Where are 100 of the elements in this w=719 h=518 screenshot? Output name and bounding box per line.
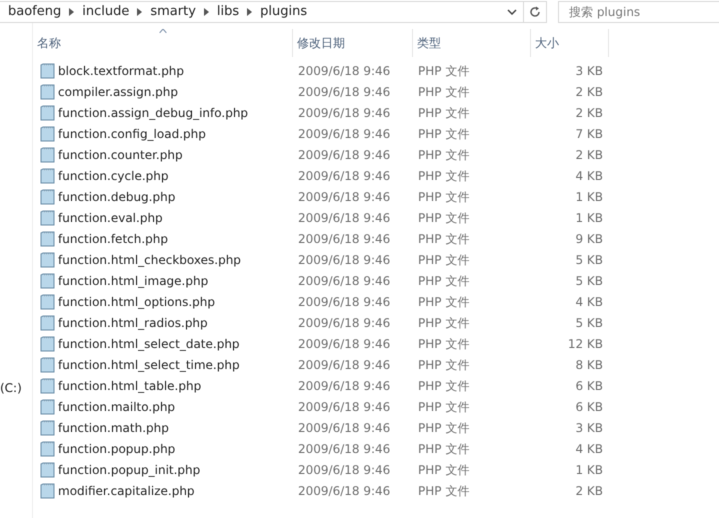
file-icon — [40, 252, 55, 268]
file-icon — [40, 294, 55, 310]
file-row[interactable]: function.cycle.php 2009/6/18 9:46 PHP 文件 4 KB — [33, 165, 609, 186]
file-row[interactable]: compiler.assign.php 2009/6/18 9:46 PHP 文件 2 KB — [33, 81, 609, 102]
file-row[interactable]: function.math.php 2009/6/18 9:46 PHP 文件 3 KB — [33, 417, 609, 438]
chevron-down-icon[interactable] — [506, 8, 516, 14]
breadcrumb[interactable]: smarty — [150, 2, 196, 22]
file-name: function.html_select_time.php — [58, 356, 240, 374]
chevron-right-icon[interactable] — [137, 8, 142, 16]
file-icon — [40, 84, 55, 100]
file-icon — [40, 230, 55, 246]
file-name: function.mailto.php — [58, 398, 176, 416]
type-cell-text: PHP 文件 — [418, 398, 470, 416]
file-row[interactable]: function.html_image.php 2009/6/18 9:46 PHP 文件 5 KB — [33, 270, 609, 291]
date-cell-text: 2009/6/18 9:46 — [298, 146, 392, 164]
date-cell-text: 2009/6/18 9:46 — [298, 440, 392, 458]
file-row[interactable]: function.fetch.php 2009/6/18 9:46 PHP 文件 9 KB — [33, 228, 609, 249]
size-cell-text: 5 KB — [574, 252, 603, 268]
sort-up-icon — [159, 29, 166, 33]
breadcrumb[interactable]: libs — [216, 2, 240, 22]
file-row[interactable]: function.popup.php 2009/6/18 9:46 PHP 文件 4 KB — [33, 438, 609, 459]
type-cell-text: PHP 文件 — [418, 482, 470, 500]
type-cell-text: PHP 文件 — [418, 84, 470, 100]
file-name: function.fetch.php — [58, 230, 168, 248]
type-cell-text: PHP 文件 — [418, 168, 470, 184]
file-row[interactable]: function.html_checkboxes.php 2009/6/18 9:46 PHP 文件 5 KB — [33, 249, 609, 270]
date-cell-text: 2009/6/18 9:46 — [298, 62, 392, 80]
type-cell-text: PHP 文件 — [418, 146, 470, 164]
file-row[interactable]: function.html_table.php 2009/6/18 9:46 PHP 文件 6 KB — [33, 375, 609, 396]
size-cell-text: 1 KB — [574, 210, 603, 226]
file-row[interactable]: modifier.capitalize.php 2009/6/18 9:46 PHP 文件 2 KB — [33, 480, 609, 501]
date-cell-text: 2009/6/18 9:46 — [298, 84, 392, 100]
file-name: function.html_select_date.php — [58, 336, 240, 352]
date-cell-text: 2009/6/18 9:46 — [298, 314, 392, 332]
column-header[interactable]: 修改日期 — [293, 29, 413, 57]
file-row[interactable]: function.html_select_date.php 2009/6/18 9:46 PHP 文件 12 KB — [33, 333, 609, 354]
file-row[interactable]: function.html_select_time.php 2009/6/18 9:46 PHP 文件 8 KB — [33, 354, 609, 375]
type-cell-text: PHP 文件 — [418, 314, 470, 332]
date-cell-text: 2009/6/18 9:46 — [298, 188, 392, 206]
date-cell-text: 2009/6/18 9:46 — [298, 230, 392, 248]
size-cell-text: 8 KB — [574, 356, 603, 374]
date-cell-text: 2009/6/18 9:46 — [298, 462, 392, 478]
date-cell-text: 2009/6/18 9:46 — [298, 252, 392, 268]
nav-item[interactable]: (C:) — [0, 378, 32, 399]
file-name: function.cycle.php — [58, 168, 169, 184]
column-header[interactable]: 类型 — [413, 29, 531, 57]
size-cell-text: 1 KB — [574, 188, 603, 206]
file-icon — [40, 126, 55, 142]
search-field[interactable]: 搜索 plugins — [558, 0, 719, 22]
file-row[interactable]: function.popup_init.php 2009/6/18 9:46 PHP 文件 1 KB — [33, 459, 609, 480]
file-row[interactable]: function.config_load.php 2009/6/18 9:46 PHP 文件 7 KB — [33, 123, 609, 144]
chevron-right-icon[interactable] — [204, 8, 209, 16]
date-cell-text: 2009/6/18 9:46 — [298, 378, 392, 394]
file-icon — [40, 420, 55, 436]
file-name: modifier.capitalize.php — [58, 482, 195, 500]
file-row[interactable]: function.counter.php 2009/6/18 9:46 PHP 文件 2 KB — [33, 144, 609, 165]
file-icon — [40, 440, 55, 456]
type-cell-text: PHP 文件 — [418, 336, 470, 352]
file-name: function.assign_debug_info.php — [58, 104, 248, 122]
type-cell-text: PHP 文件 — [418, 272, 470, 290]
file-row[interactable]: function.eval.php 2009/6/18 9:46 PHP 文件 1 KB — [33, 207, 609, 228]
file-row[interactable]: function.assign_debug_info.php 2009/6/18 9:46 PHP 文件 2 KB — [33, 102, 609, 123]
file-row[interactable]: block.textformat.php 2009/6/18 9:46 PHP 文件 3 KB — [33, 60, 609, 81]
file-icon — [40, 146, 55, 162]
size-cell-text: 6 KB — [574, 378, 603, 394]
type-cell-text: PHP 文件 — [418, 462, 470, 478]
file-name: function.config_load.php — [58, 126, 206, 142]
refresh-button[interactable] — [524, 0, 547, 22]
file-row[interactable]: function.mailto.php 2009/6/18 9:46 PHP 文件 6 KB — [33, 396, 609, 417]
date-cell-text: 2009/6/18 9:46 — [298, 104, 392, 122]
file-name: compiler.assign.php — [58, 84, 178, 100]
breadcrumb[interactable]: plugins — [260, 2, 308, 22]
type-cell-text: PHP 文件 — [418, 230, 470, 248]
size-cell-text: 9 KB — [574, 230, 603, 248]
size-cell-text: 2 KB — [574, 84, 603, 100]
file-row[interactable]: function.debug.php 2009/6/18 9:46 PHP 文件 1 KB — [33, 186, 609, 207]
size-cell-text: 7 KB — [574, 126, 603, 142]
chevron-right-icon[interactable] — [69, 8, 74, 16]
column-header[interactable]: 大小 — [531, 29, 609, 57]
date-cell-text: 2009/6/18 9:46 — [298, 272, 392, 290]
type-cell-text: PHP 文件 — [418, 420, 470, 436]
type-cell-text: PHP 文件 — [418, 210, 470, 226]
breadcrumb[interactable]: baofeng — [8, 2, 62, 22]
chevron-right-icon[interactable] — [247, 8, 252, 16]
file-row[interactable]: function.html_options.php 2009/6/18 9:46 PHP 文件 4 KB — [33, 291, 609, 312]
file-icon — [40, 378, 55, 394]
file-icon — [40, 482, 55, 498]
file-name: function.html_checkboxes.php — [58, 252, 241, 268]
file-name: function.math.php — [58, 420, 169, 436]
address-bar[interactable]: baofeng include smarty libs plugins — [0, 0, 524, 22]
size-cell-text: 3 KB — [574, 420, 603, 436]
file-icon — [40, 272, 55, 288]
size-cell-text: 12 KB — [566, 336, 603, 352]
date-cell-text: 2009/6/18 9:46 — [298, 294, 392, 310]
file-icon — [40, 336, 55, 352]
size-cell-text: 1 KB — [574, 462, 603, 478]
file-icon — [40, 62, 55, 78]
column-header[interactable]: 名称 — [33, 29, 293, 57]
file-row[interactable]: function.html_radios.php 2009/6/18 9:46 PHP 文件 5 KB — [33, 312, 609, 333]
breadcrumb[interactable]: include — [82, 2, 130, 22]
